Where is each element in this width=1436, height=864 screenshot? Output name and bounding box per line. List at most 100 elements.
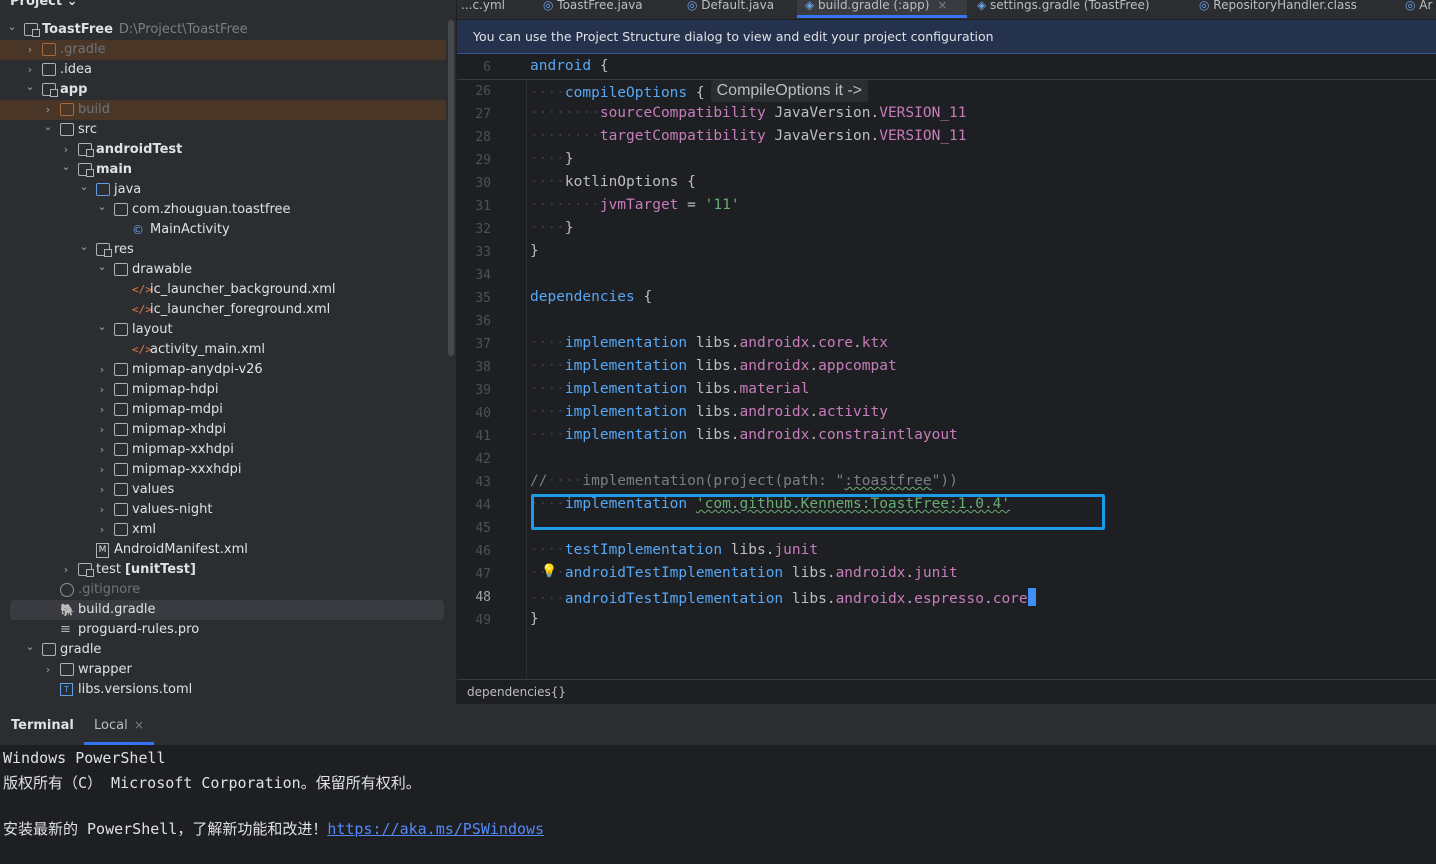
code-line[interactable]: ····kotlinOptions { xyxy=(530,174,696,190)
editor-tab[interactable]: ◎ RepositoryHandler.class xyxy=(1191,0,1381,18)
tree-item-label: xml xyxy=(132,522,156,537)
tree-item[interactable]: › mipmap-anydpi-v26 xyxy=(0,360,446,380)
tree-item[interactable]: › values-night xyxy=(0,500,446,520)
tree-item[interactable]: </> ic_launcher_foreground.xml xyxy=(0,300,446,320)
chevron-icon[interactable]: ⌄ xyxy=(24,637,36,657)
tree-item[interactable]: M AndroidManifest.xml xyxy=(0,540,446,560)
code-line[interactable]: ········targetCompatibility JavaVersion.… xyxy=(530,128,967,144)
tree-item[interactable]: ⌄ drawable xyxy=(0,260,446,280)
chevron-icon[interactable]: ⌄ xyxy=(78,177,90,197)
chevron-icon[interactable]: › xyxy=(96,520,108,540)
tree-item[interactable]: › build xyxy=(0,100,446,120)
editor-tab[interactable]: ...c.yml xyxy=(461,0,521,18)
tree-item[interactable]: › .gradle xyxy=(0,40,446,60)
project-tree-scrollbar[interactable] xyxy=(448,20,454,356)
tree-item[interactable]: › mipmap-mdpi xyxy=(0,400,446,420)
tree-item[interactable]: ⌄ ToastFree D:\Project\ToastFree xyxy=(0,20,446,40)
chevron-icon[interactable]: › xyxy=(96,460,108,480)
code-line[interactable]: ····} xyxy=(530,220,574,236)
editor-tab[interactable]: ◎ Ar xyxy=(1397,0,1436,18)
class-icon: ◎ xyxy=(1199,0,1214,12)
code-line[interactable]: ····androidTestImplementation libs.andro… xyxy=(530,588,1036,607)
tree-item[interactable]: © MainActivity xyxy=(0,220,446,240)
close-icon[interactable]: × xyxy=(937,0,947,12)
tree-item[interactable]: › mipmap-xxxhdpi xyxy=(0,460,446,480)
editor-tab[interactable]: ◈ settings.gradle (ToastFree) xyxy=(969,0,1174,18)
tree-item[interactable]: › mipmap-hdpi xyxy=(0,380,446,400)
code-line[interactable]: ····implementation libs.material xyxy=(530,381,809,397)
tree-item-label: drawable xyxy=(132,262,193,277)
code-line[interactable]: ········sourceCompatibility JavaVersion.… xyxy=(530,105,967,121)
tree-item[interactable]: › test [unitTest] xyxy=(0,560,446,580)
tree-item-label: mipmap-xhdpi xyxy=(132,422,227,437)
tree-item[interactable]: ⌄ src xyxy=(0,120,446,140)
editor-tab[interactable]: ◈ build.gradle (:app) × xyxy=(797,0,967,18)
code-line[interactable]: ····implementation libs.androidx.activit… xyxy=(530,404,888,420)
code-line[interactable]: dependencies { xyxy=(530,289,652,305)
terminal-tab-local[interactable]: Local × xyxy=(84,705,154,745)
tree-item[interactable]: ⌄ gradle xyxy=(0,640,446,660)
chevron-icon[interactable]: ⌄ xyxy=(42,117,54,137)
code-line[interactable]: ····implementation libs.androidx.appcomp… xyxy=(530,358,897,374)
tree-item[interactable]: ⌄ res xyxy=(0,240,446,260)
project-view-selector[interactable]: Project ⌄ xyxy=(10,0,77,9)
breadcrumb-item[interactable]: dependencies{} xyxy=(467,680,566,704)
code-line[interactable]: ········jvmTarget = '11' xyxy=(530,197,740,213)
editor-tab[interactable]: ◎ ToastFree.java xyxy=(535,0,665,18)
tree-item[interactable]: ≡ proguard-rules.pro xyxy=(0,620,446,640)
tree-item[interactable]: </> activity_main.xml xyxy=(0,340,446,360)
tree-item[interactable]: › .idea xyxy=(0,60,446,80)
chevron-icon[interactable]: › xyxy=(96,360,108,380)
code-line[interactable]: ····compileOptions {CompileOptions it -> xyxy=(530,80,868,104)
chevron-icon[interactable]: ⌄ xyxy=(96,257,108,277)
code-line[interactable]: //····implementation(project(path: ":toa… xyxy=(530,473,958,489)
tree-item[interactable]: › xml xyxy=(0,520,446,540)
chevron-icon[interactable]: ⌄ xyxy=(6,17,18,37)
project-structure-notification: You can use the Project Structure dialog… xyxy=(457,20,1436,54)
code-editor[interactable]: 6 26 27 28 29 30 31 32 33 34 35 36 37 38 39 40 41 42 43 44 4… xyxy=(457,54,1436,679)
chevron-icon[interactable]: › xyxy=(96,480,108,500)
chevron-icon[interactable]: › xyxy=(96,500,108,520)
tree-item[interactable]: ⌄ java xyxy=(0,180,446,200)
chevron-icon[interactable]: ⌄ xyxy=(96,317,108,337)
code-line[interactable]: ····} xyxy=(530,151,574,167)
tree-item[interactable]: › values xyxy=(0,480,446,500)
chevron-icon[interactable]: › xyxy=(96,420,108,440)
chevron-icon[interactable]: ⌄ xyxy=(24,77,36,97)
terminal-link[interactable]: https://aka.ms/PSWindows xyxy=(327,820,544,838)
code-line[interactable]: } xyxy=(530,611,539,627)
tree-item[interactable]: › mipmap-xxhdpi xyxy=(0,440,446,460)
chevron-icon[interactable]: › xyxy=(42,660,54,680)
tree-item[interactable]: 🐘 build.gradle xyxy=(10,600,444,620)
code-line[interactable]: ····implementation libs.androidx.constra… xyxy=(530,427,958,443)
chevron-icon[interactable]: › xyxy=(24,40,36,60)
tree-item[interactable]: › wrapper xyxy=(0,660,446,680)
lightbulb-icon[interactable]: 💡 xyxy=(541,564,557,579)
tree-item[interactable]: ⌄ app xyxy=(0,80,446,100)
tree-item[interactable]: .gitignore xyxy=(0,580,446,600)
chevron-icon[interactable]: › xyxy=(60,560,72,580)
chevron-icon[interactable]: › xyxy=(96,380,108,400)
tree-item[interactable]: › mipmap-xhdpi xyxy=(0,420,446,440)
tree-item[interactable]: Tlibs.versions.toml xyxy=(0,680,446,700)
chevron-icon[interactable]: › xyxy=(96,400,108,420)
code-line[interactable]: ····androidTestImplementation libs.andro… xyxy=(530,565,958,581)
code-line[interactable]: ····implementation libs.androidx.core.kt… xyxy=(530,335,888,351)
tree-item[interactable]: </> ic_launcher_background.xml xyxy=(0,280,446,300)
tree-item[interactable]: ⌄ com.zhouguan.toastfree xyxy=(0,200,446,220)
chevron-icon[interactable]: › xyxy=(96,440,108,460)
editor-breadcrumb[interactable]: dependencies{} xyxy=(457,679,1436,705)
chevron-icon[interactable]: ⌄ xyxy=(78,237,90,257)
chevron-icon[interactable]: ⌄ xyxy=(96,197,108,217)
line-number: 28 xyxy=(475,130,491,145)
code-line[interactable]: android { xyxy=(530,58,609,74)
tree-item-label: ic_launcher_foreground.xml xyxy=(150,302,331,317)
editor-tab[interactable]: ◎ Default.java xyxy=(679,0,784,18)
close-icon[interactable]: × xyxy=(134,718,144,732)
chevron-icon[interactable]: ⌄ xyxy=(60,157,72,177)
code-line[interactable]: ····testImplementation libs.junit xyxy=(530,542,818,558)
tree-item[interactable]: ⌄ layout xyxy=(0,320,446,340)
tree-item-label: androidTest xyxy=(96,142,183,157)
code-line[interactable]: } xyxy=(530,243,539,259)
tree-item[interactable]: ⌄ main xyxy=(0,160,446,180)
